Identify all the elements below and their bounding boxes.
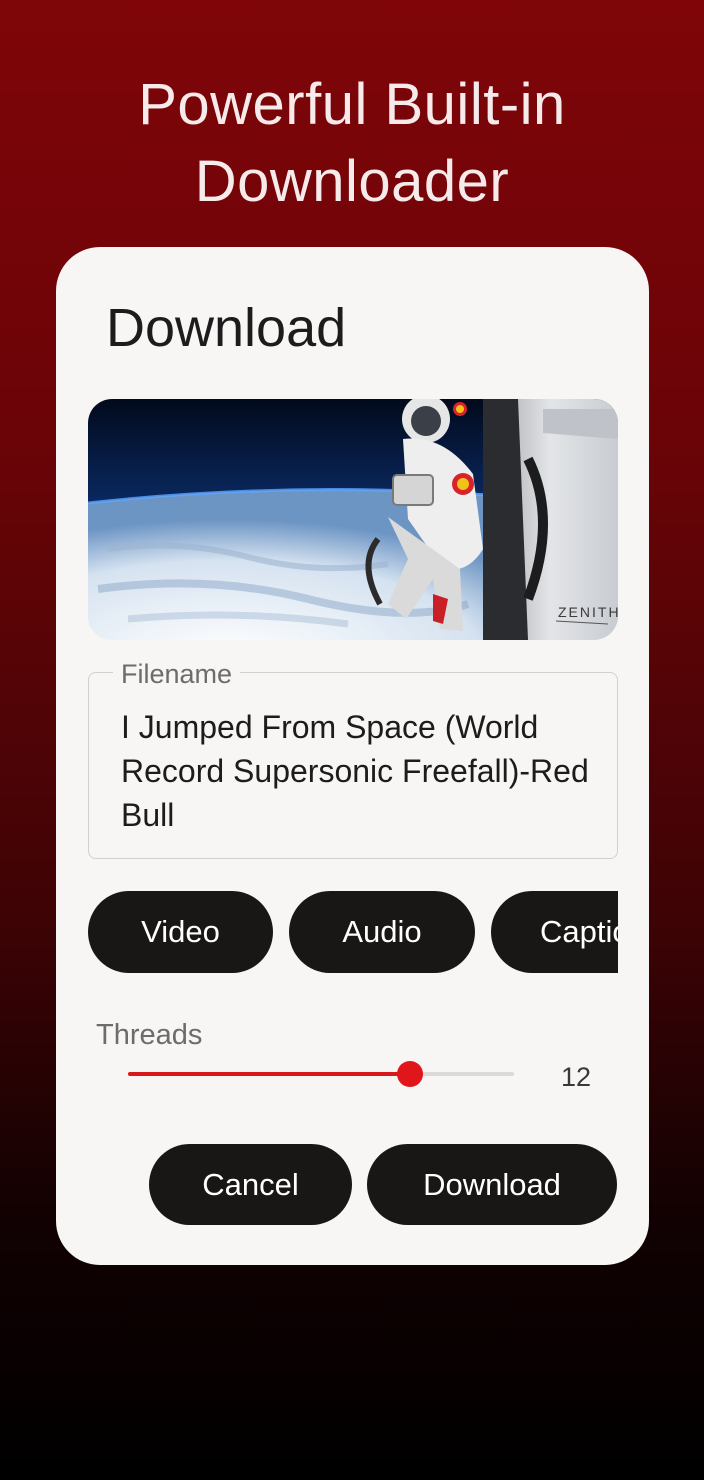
zenith-watermark: ZENITH (558, 604, 618, 620)
headline-line-1: Powerful Built-in (138, 72, 566, 137)
dialog-title: Download (106, 298, 347, 358)
threads-value: 12 (560, 1062, 592, 1092)
format-audio-button[interactable]: Audio (289, 891, 475, 973)
slider-fill (128, 1072, 410, 1076)
download-button[interactable]: Download (367, 1144, 617, 1225)
video-thumbnail: ZENITH (88, 399, 618, 640)
format-options: Video Audio Captions (88, 891, 618, 973)
format-video-button[interactable]: Video (88, 891, 273, 973)
filename-field[interactable]: Filename I Jumped From Space (World Reco… (88, 659, 618, 859)
threads-slider[interactable] (128, 1061, 514, 1087)
filename-input[interactable]: I Jumped From Space (World Record Supers… (121, 705, 591, 837)
promo-headline: Powerful Built-in Downloader (0, 66, 704, 220)
threads-label: Threads (96, 1019, 203, 1051)
download-dialog: Download ZENITH Filename I Jumped From S… (56, 247, 649, 1265)
cancel-button[interactable]: Cancel (149, 1144, 352, 1225)
headline-line-2: Downloader (194, 149, 510, 214)
filename-label: Filename (113, 659, 241, 690)
slider-thumb[interactable] (396, 1061, 423, 1087)
format-captions-button[interactable]: Captions (491, 891, 618, 973)
